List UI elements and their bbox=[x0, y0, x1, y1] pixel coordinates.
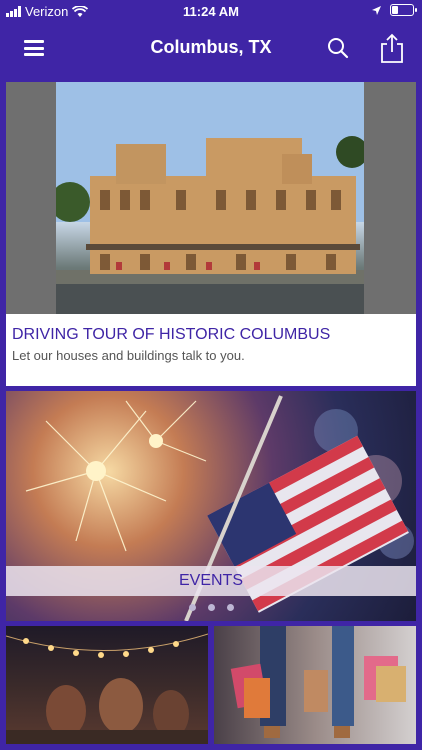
page-title: Columbus, TX bbox=[150, 37, 272, 57]
page-dot[interactable] bbox=[207, 604, 215, 611]
carousel-page-indicator[interactable] bbox=[6, 604, 416, 611]
historic-building-photo bbox=[6, 82, 416, 314]
location-arrow-icon bbox=[372, 5, 381, 15]
page-dot[interactable] bbox=[188, 604, 196, 611]
page-dot[interactable] bbox=[226, 604, 234, 611]
search-icon[interactable] bbox=[326, 36, 350, 60]
share-icon[interactable] bbox=[378, 32, 406, 64]
dining-photo bbox=[6, 633, 208, 744]
shopping-photo bbox=[230, 626, 406, 738]
navigation-bar: Columbus, TX bbox=[0, 22, 422, 74]
tour-subtitle: Let our houses and buildings talk to you… bbox=[12, 348, 245, 363]
driving-tour-card[interactable]: DRIVING TOUR OF HISTORIC COLUMBUS Let ou… bbox=[6, 82, 416, 386]
clock: 11:24 AM bbox=[183, 4, 239, 19]
events-banner: EVENTS bbox=[6, 566, 416, 596]
battery-icon bbox=[390, 4, 417, 16]
tour-title: DRIVING TOUR OF HISTORIC COLUMBUS bbox=[12, 326, 331, 343]
shopping-tile[interactable] bbox=[214, 626, 416, 744]
status-bar: Verizon 11:24 AM bbox=[0, 0, 422, 22]
events-carousel[interactable]: EVENTS bbox=[6, 391, 416, 621]
dining-tile[interactable] bbox=[6, 626, 208, 744]
